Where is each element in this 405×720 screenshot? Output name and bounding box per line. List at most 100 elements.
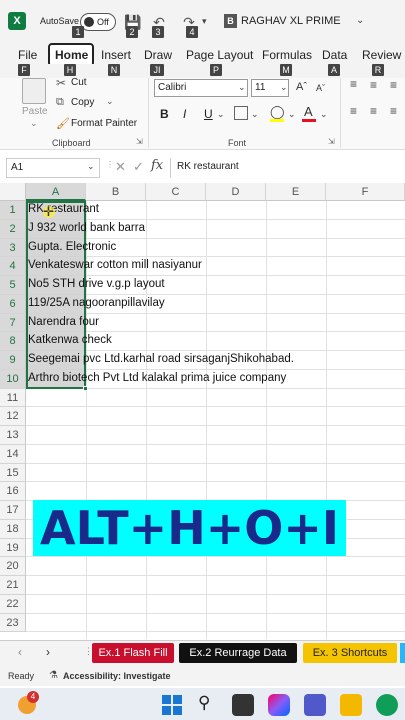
row-header[interactable]: 14 — [0, 444, 26, 464]
column-header-a[interactable]: A — [26, 183, 86, 201]
autosave-toggle[interactable]: Off — [80, 13, 116, 31]
cell-a4[interactable]: Venkateswar cotton mill nasiyanur — [28, 259, 202, 271]
prev-sheet-icon[interactable]: ‹ — [18, 645, 22, 659]
name-box[interactable]: A1 — [6, 158, 100, 178]
align-bottom-icon[interactable]: ≡ — [390, 78, 397, 92]
cell-a7[interactable]: Narendra four — [28, 316, 99, 328]
paste-icon[interactable] — [22, 78, 46, 104]
file-explorer-icon[interactable] — [340, 694, 362, 716]
enter-icon[interactable]: ✓ — [133, 159, 144, 175]
row-header[interactable]: 7 — [0, 313, 26, 333]
fill-dropdown-icon[interactable]: ⌄ — [288, 109, 296, 120]
row-header[interactable]: 4 — [0, 257, 26, 276]
cell-a8[interactable]: Katkenwa check — [28, 334, 112, 346]
sheet-tab-shortcuts[interactable]: Ex. 3 Shortcuts — [303, 643, 397, 663]
windows-start-icon[interactable] — [162, 695, 182, 715]
tab-file[interactable]: File — [18, 48, 37, 62]
insert-function-button[interactable]: fx — [151, 158, 163, 173]
fill-color-icon[interactable]: ◯ — [270, 104, 285, 120]
fill-handle[interactable] — [83, 386, 88, 391]
cell-a1[interactable]: RK restaurant — [28, 203, 99, 215]
decrease-font-icon[interactable]: Aˇ — [316, 83, 325, 93]
row-header[interactable]: 8 — [0, 332, 26, 351]
size-dropdown-icon[interactable]: ⌄ — [280, 82, 288, 93]
cell-a2[interactable]: J 932 world bank barra — [28, 222, 145, 234]
align-left-icon[interactable]: ≡ — [350, 104, 357, 118]
borders-icon[interactable] — [234, 106, 248, 120]
format-painter-button[interactable]: Format Painter — [71, 118, 137, 129]
tab-home[interactable]: Home — [55, 48, 88, 62]
user-name[interactable]: RAGHAV XL PRIME — [241, 15, 341, 27]
accessibility-status[interactable]: Accessibility: Investigate — [63, 671, 171, 681]
tab-draw[interactable]: Draw — [144, 48, 172, 62]
cancel-icon[interactable]: ✕ — [115, 159, 126, 175]
row-header[interactable]: 19 — [0, 538, 26, 558]
column-header-b[interactable]: B — [86, 183, 146, 201]
italic-button[interactable]: I — [183, 107, 186, 121]
task-view-icon[interactable] — [232, 694, 254, 716]
row-header[interactable]: 3 — [0, 238, 26, 258]
paste-label[interactable]: Paste — [22, 106, 48, 117]
row-header[interactable]: 23 — [0, 613, 26, 633]
row-header[interactable]: 5 — [0, 276, 26, 295]
tab-formulas[interactable]: Formulas — [262, 48, 312, 62]
qat-dropdown-icon[interactable]: ▾ — [202, 16, 207, 27]
teams-icon[interactable] — [304, 694, 326, 716]
row-header[interactable]: 12 — [0, 407, 26, 426]
tab-page-layout[interactable]: Page Layout — [186, 48, 253, 62]
row-header[interactable]: 16 — [0, 482, 26, 501]
copy-button[interactable]: Copy — [71, 97, 94, 108]
align-right-icon[interactable]: ≡ — [390, 104, 397, 118]
row-header[interactable]: 20 — [0, 557, 26, 576]
row-header[interactable]: 15 — [0, 463, 26, 483]
column-header-d[interactable]: D — [206, 183, 266, 201]
tab-insert[interactable]: Insert — [101, 48, 131, 62]
align-top-icon[interactable]: ≡ — [350, 77, 357, 91]
column-header-c[interactable]: C — [146, 183, 206, 201]
underline-dropdown-icon[interactable]: ⌄ — [217, 109, 225, 120]
row-header[interactable]: 18 — [0, 519, 26, 539]
row-header[interactable]: 11 — [0, 388, 26, 408]
font-color-dropdown-icon[interactable]: ⌄ — [320, 109, 328, 120]
cell-a9[interactable]: Seegemai pvc Ltd.karhal road sirsaganjSh… — [28, 353, 294, 365]
font-name-select[interactable]: Calibri — [154, 79, 248, 97]
cell-a3[interactable]: Gupta. Electronic — [28, 241, 116, 253]
row-header[interactable]: 13 — [0, 426, 26, 445]
row-header[interactable]: 2 — [0, 219, 26, 239]
copy-dropdown-icon[interactable]: ⌄ — [106, 96, 114, 107]
next-sheet-icon[interactable]: › — [46, 645, 50, 659]
font-launcher-icon[interactable]: ⇲ — [328, 137, 335, 146]
paste-dropdown-icon[interactable]: ⌄ — [30, 118, 38, 129]
sheet-tab-partial[interactable] — [400, 643, 405, 663]
row-header[interactable]: 10 — [0, 369, 26, 389]
row-header[interactable]: 9 — [0, 351, 26, 370]
font-color-icon[interactable]: A — [304, 104, 313, 119]
row-header[interactable]: 1 — [0, 201, 26, 220]
cut-button[interactable]: Cut — [71, 77, 87, 88]
formula-input[interactable]: RK restaurant — [170, 158, 405, 178]
cell-a6[interactable]: 119/25A nagooranpillavilay — [28, 297, 165, 309]
sheet-tab-rearrange-data[interactable]: Ex.2 Reurrage Data — [179, 643, 297, 663]
align-middle-icon[interactable]: ≡ — [370, 78, 377, 92]
chevron-down-icon[interactable]: ⌄ — [356, 15, 364, 26]
row-header[interactable]: 17 — [0, 501, 26, 520]
column-header-f[interactable]: F — [326, 183, 405, 201]
cell-a5[interactable]: No5 STH drive v.g.p layout — [28, 278, 165, 290]
tab-review[interactable]: Review — [362, 48, 401, 62]
edge-icon[interactable] — [376, 694, 398, 716]
clipboard-launcher-icon[interactable]: ⇲ — [136, 137, 143, 146]
copilot-icon[interactable] — [268, 694, 290, 716]
cell-a10[interactable]: Arthro biotech Pvt Ltd kalakal prima jui… — [28, 372, 286, 384]
font-dropdown-icon[interactable]: ⌄ — [238, 82, 246, 93]
borders-dropdown-icon[interactable]: ⌄ — [251, 109, 259, 120]
select-all-corner[interactable] — [0, 183, 26, 201]
increase-font-icon[interactable]: Aˆ — [296, 81, 307, 93]
sheet-tab-flash-fill[interactable]: Ex.1 Flash Fill — [92, 643, 174, 663]
namebox-dropdown-icon[interactable]: ⌄ — [87, 161, 95, 172]
column-header-e[interactable]: E — [266, 183, 326, 201]
row-header[interactable]: 22 — [0, 594, 26, 614]
bold-button[interactable]: B — [160, 107, 169, 121]
row-header[interactable]: 6 — [0, 294, 26, 314]
underline-button[interactable]: U — [204, 107, 213, 121]
tab-data[interactable]: Data — [322, 48, 347, 62]
